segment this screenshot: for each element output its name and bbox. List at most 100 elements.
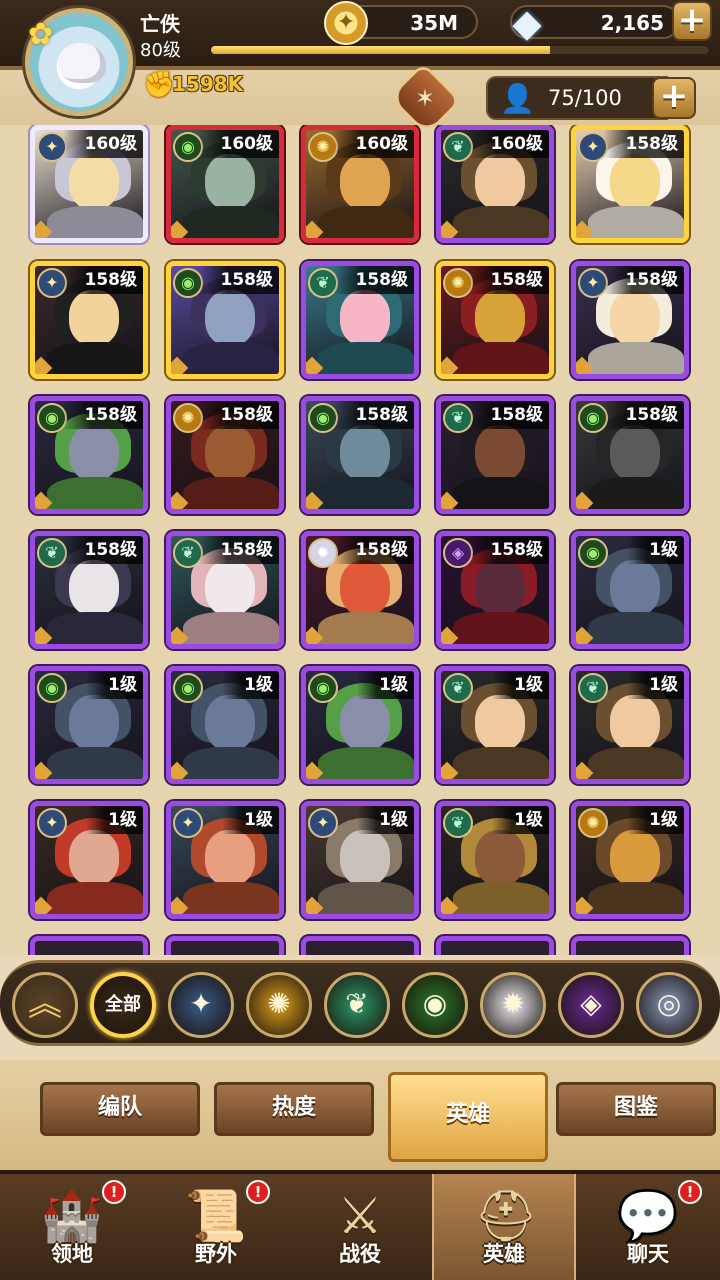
- hero-card[interactable]: [301, 936, 419, 955]
- hero-card[interactable]: ❦ 160级: [436, 125, 554, 243]
- hero-level: 1级: [222, 671, 279, 699]
- nav-campaign[interactable]: ⚔ 战役: [288, 1174, 432, 1280]
- hero-card[interactable]: ✦ 1级: [301, 801, 419, 919]
- gold-counter[interactable]: ✦ 35M: [324, 1, 478, 45]
- hero-card[interactable]: ◉ 1级: [166, 666, 284, 784]
- add-gems-button[interactable]: +: [672, 1, 712, 41]
- hero-card[interactable]: ✦ 158级: [571, 261, 689, 379]
- hero-level: 1级: [627, 536, 684, 564]
- hero-card[interactable]: ✦ 158级: [30, 261, 148, 379]
- hero-level: 158级: [603, 130, 684, 158]
- hero-card[interactable]: ❦ 1级: [436, 801, 554, 919]
- hero-card[interactable]: ❦ 1级: [571, 666, 689, 784]
- eye-faction-icon: ◉: [173, 673, 203, 703]
- sun-gear-icon: ✺: [267, 987, 291, 1020]
- nav-ranhorn[interactable]: 🏰 领地!: [0, 1174, 144, 1280]
- hero-level: 158级: [603, 266, 684, 294]
- compass-star-icon: ✦: [189, 987, 213, 1020]
- filter-hypogean-button[interactable]: ◈: [558, 972, 624, 1038]
- filter-graveborn-button[interactable]: ◉: [402, 972, 468, 1038]
- alert-badge-icon: !: [246, 1180, 270, 1204]
- hero-level: 158级: [333, 401, 414, 429]
- star-faction-icon: ✦: [173, 808, 203, 838]
- eye-faction-icon: ◉: [578, 538, 608, 568]
- tab-heroes[interactable]: 英雄: [388, 1072, 548, 1162]
- hero-card[interactable]: ✦ 1级: [30, 801, 148, 919]
- eye-icon: ◉: [422, 987, 448, 1020]
- hero-card[interactable]: ✺ 158级: [436, 261, 554, 379]
- hero-card[interactable]: ✹ 158级: [301, 531, 419, 649]
- hero-level: 160级: [198, 130, 279, 158]
- hero-card[interactable]: ◉ 1级: [301, 666, 419, 784]
- hero-card[interactable]: [436, 936, 554, 955]
- leaf-faction-icon: ❦: [578, 673, 608, 703]
- nav-heroes[interactable]: ⛑ 英雄: [432, 1174, 576, 1280]
- hero-card[interactable]: ◉ 158级: [301, 396, 419, 514]
- hero-card[interactable]: [30, 936, 148, 955]
- hero-level: 1级: [86, 671, 143, 699]
- tab-formation[interactable]: 编队: [40, 1082, 200, 1136]
- hero-card[interactable]: ✺ 158级: [166, 396, 284, 514]
- hero-level: 158级: [198, 266, 279, 294]
- hero-card[interactable]: ✺ 1级: [571, 801, 689, 919]
- hero-grid-scroll[interactable]: ✦ 160级 ◉ 160级 ✺ 160级 ❦ 160级 ✦ 158级 ✦ 158级 ◉ 158级 ❦ 158级…: [0, 125, 720, 955]
- hero-level: 1级: [492, 806, 549, 834]
- nav-dark-forest[interactable]: 📜 野外!: [144, 1174, 288, 1280]
- hero-card[interactable]: ◉ 1级: [571, 531, 689, 649]
- flower-icon: ✿: [28, 17, 54, 52]
- star-faction-icon: ✦: [37, 808, 67, 838]
- filter-wilder-button[interactable]: ❦: [324, 972, 390, 1038]
- filter-lightbearer-button[interactable]: ✦: [168, 972, 234, 1038]
- leaf-faction-icon: ❦: [443, 808, 473, 838]
- collapse-filter-button[interactable]: ︽: [12, 972, 78, 1038]
- hero-card[interactable]: ❦ 158级: [30, 531, 148, 649]
- hero-card[interactable]: ◉ 160级: [166, 125, 284, 243]
- gem-value: 2,165: [600, 11, 664, 35]
- hero-card[interactable]: ✦ 1级: [166, 801, 284, 919]
- hero-level: 158级: [468, 401, 549, 429]
- person-icon: 👤: [500, 82, 535, 115]
- hero-card[interactable]: ✦ 158级: [571, 125, 689, 243]
- filter-dimensional-button[interactable]: ◎: [636, 972, 702, 1038]
- hero-card[interactable]: [571, 936, 689, 955]
- hero-slots-value: 75/100: [548, 86, 622, 110]
- nav-label: 野外: [195, 1242, 237, 1266]
- leaf-icon: ❦: [345, 987, 369, 1020]
- hero-level: 160级: [468, 130, 549, 158]
- filter-all-button[interactable]: 全部: [90, 972, 156, 1038]
- tab-popularity[interactable]: 热度: [214, 1082, 374, 1136]
- hero-card[interactable]: ◉ 158级: [166, 261, 284, 379]
- gold-value: 35M: [410, 11, 458, 35]
- nav-chat[interactable]: 💬 聊天!: [576, 1174, 720, 1280]
- hero-card[interactable]: ◉ 1级: [30, 666, 148, 784]
- hero-level: 1级: [492, 671, 549, 699]
- hero-card[interactable]: ◈ 158级: [436, 531, 554, 649]
- hero-card[interactable]: [166, 936, 284, 955]
- filter-mauler-button[interactable]: ✺: [246, 972, 312, 1038]
- player-name: 亡佚: [140, 12, 180, 36]
- star-faction-icon: ✦: [308, 808, 338, 838]
- diamond-icon: ◆: [512, 1, 542, 45]
- hero-level: 1级: [357, 806, 414, 834]
- hero-card[interactable]: ❦ 158级: [301, 261, 419, 379]
- hero-card[interactable]: ❦ 1级: [436, 666, 554, 784]
- nav-label: 战役: [339, 1242, 381, 1266]
- hero-card[interactable]: ✦ 160级: [30, 125, 148, 243]
- gem-counter[interactable]: ◆ 2,165: [510, 1, 680, 45]
- hero-card[interactable]: ◉ 158级: [30, 396, 148, 514]
- player-avatar[interactable]: ✿: [25, 8, 133, 116]
- filter-celestial-button[interactable]: ✹: [480, 972, 546, 1038]
- hero-card[interactable]: ◉ 158级: [571, 396, 689, 514]
- section-tabs: 编队 热度 英雄 图鉴: [0, 1060, 720, 1170]
- nav-label: 领地: [51, 1242, 93, 1266]
- hero-level: 160级: [333, 130, 414, 158]
- hero-level: 158级: [198, 536, 279, 564]
- hero-card[interactable]: ❦ 158级: [436, 396, 554, 514]
- hero-card[interactable]: ✺ 160级: [301, 125, 419, 243]
- hero-level: 158级: [198, 401, 279, 429]
- hero-level: 158级: [468, 266, 549, 294]
- tab-codex[interactable]: 图鉴: [556, 1082, 716, 1136]
- hero-card[interactable]: ❦ 158级: [166, 531, 284, 649]
- team-power-value: 1598K: [172, 72, 244, 96]
- add-hero-slots-button[interactable]: +: [652, 77, 696, 119]
